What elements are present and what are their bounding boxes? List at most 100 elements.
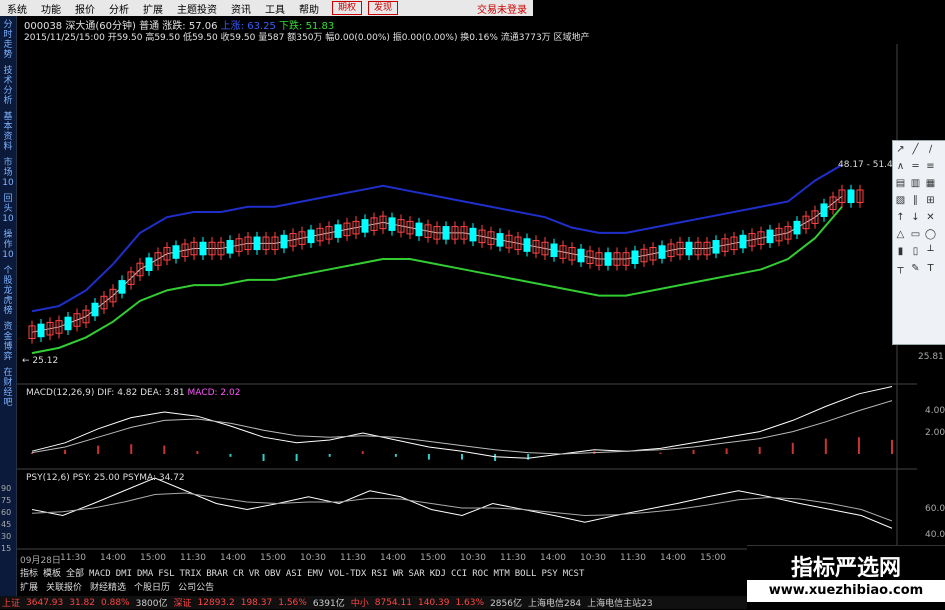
zx-index-name: 中小 <box>350 599 369 609</box>
drawing-tool-icon[interactable]: ◯ <box>924 228 937 241</box>
time-tick-label: 11:30 <box>500 553 526 563</box>
drawing-tool-icon[interactable]: ∕ <box>924 143 937 156</box>
menu-item-quote[interactable]: 报价 <box>68 1 102 16</box>
indicator-tab[interactable]: 模板 <box>43 569 61 579</box>
drawing-tool-icon[interactable]: T <box>924 262 937 275</box>
drawing-tool-icon[interactable]: ✎ <box>909 262 922 275</box>
indicator-tab[interactable]: ASI <box>286 569 302 579</box>
indicator-tab[interactable]: MCST <box>563 569 585 579</box>
indicator-tab[interactable]: MTM <box>494 569 510 579</box>
sz-index-change: 198.37 <box>240 597 273 608</box>
left-tab[interactable]: 市场10 <box>0 158 16 188</box>
drawing-tool-icon[interactable]: ▮ <box>894 245 907 258</box>
sh-index-value: 3647.93 <box>26 597 64 608</box>
time-tick-label: 15:00 <box>260 553 286 563</box>
indicator-tab[interactable]: ROC <box>472 569 488 579</box>
menu-item-tools[interactable]: 工具 <box>258 1 292 16</box>
menu-item-help[interactable]: 帮助 <box>292 1 326 16</box>
indicator-tab[interactable]: FSL <box>158 569 174 579</box>
candle-body <box>739 234 747 249</box>
indicator-tab[interactable]: CCI <box>451 569 467 579</box>
drawing-tool-icon[interactable]: ▦ <box>924 177 937 190</box>
sub-tab[interactable]: 扩展 <box>20 583 38 593</box>
indicator-tab[interactable]: BRAR <box>206 569 228 579</box>
left-tab[interactable]: 在财经吧 <box>0 368 16 408</box>
indicator-tab[interactable]: TRIX <box>180 569 202 579</box>
server-2[interactable]: 上海电信主站23 <box>587 596 652 609</box>
menu-item-function[interactable]: 功能 <box>34 1 68 16</box>
candle-body <box>631 250 639 265</box>
drawing-tool-icon[interactable]: ∥ <box>909 194 922 207</box>
left-tab[interactable]: 回头10 <box>0 194 16 224</box>
sh-index-name: 上证 <box>2 599 21 609</box>
indicator-tab[interactable]: VOL-TDX <box>328 569 366 579</box>
drawing-tool-icon[interactable]: ▥ <box>909 177 922 190</box>
indicator-tab[interactable]: BOLL <box>515 569 537 579</box>
drawing-tool-icon[interactable]: ┬ <box>894 262 907 275</box>
zx-index-pct: 1.63% <box>455 597 485 608</box>
trade-login-status[interactable]: 交易未登录 <box>477 1 533 16</box>
time-tick-label: 10:30 <box>580 553 606 563</box>
menu-item-news[interactable]: 资讯 <box>224 1 258 16</box>
indicator-tab[interactable]: OBV <box>265 569 281 579</box>
psy-left-tick: 90 <box>1 484 12 493</box>
indicator-tab[interactable]: PSY <box>541 569 557 579</box>
drawing-tool-icon[interactable]: ╱ <box>909 143 922 156</box>
candle-body <box>334 224 342 238</box>
drawing-tool-icon[interactable]: △ <box>894 228 907 241</box>
indicator-tab[interactable]: RSI <box>371 569 387 579</box>
drawing-tool-icon[interactable]: ▭ <box>909 228 922 241</box>
watermark-title: 指标严选网 <box>790 556 901 581</box>
indicator-tab[interactable]: VR <box>249 569 260 579</box>
options-button[interactable]: 期权 <box>332 1 363 15</box>
left-tab[interactable]: 分时走势 <box>0 20 16 60</box>
candle-body <box>226 240 234 254</box>
sh-index-amount: 3800亿 <box>135 599 168 609</box>
drawing-tool-icon[interactable]: ▤ <box>894 177 907 190</box>
time-tick-label: 15:00 <box>700 553 726 563</box>
sub-tab[interactable]: 关联报价 <box>46 583 82 593</box>
drawing-tool-icon[interactable]: ┴ <box>924 245 937 258</box>
candle-body <box>118 280 126 294</box>
drawing-tool-icon[interactable]: ↑ <box>894 211 907 224</box>
left-tab[interactable]: 个股龙虎榜 <box>0 266 16 316</box>
candle-body <box>37 323 45 338</box>
indicator-tab[interactable]: EMV <box>307 569 323 579</box>
indicator-tab[interactable]: 全部 <box>66 569 84 579</box>
indicator-tab[interactable]: WR <box>393 569 404 579</box>
indicator-tab[interactable]: DMA <box>137 569 153 579</box>
drawing-tool-icon[interactable]: ∧ <box>894 160 907 173</box>
drawing-tool-icon[interactable]: ⊞ <box>924 194 937 207</box>
sub-tab[interactable]: 财经精选 <box>90 583 126 593</box>
left-tab[interactable]: 操作10 <box>0 230 16 260</box>
drawing-tool-icon[interactable]: ↗ <box>894 143 907 156</box>
zx-index-change: 140.39 <box>417 597 450 608</box>
indicator-tab[interactable]: MACD <box>89 569 111 579</box>
drawing-tool-icon[interactable]: ≡ <box>924 160 937 173</box>
menu-item-extend[interactable]: 扩展 <box>136 1 170 16</box>
drawing-tool-icon[interactable]: ▧ <box>894 194 907 207</box>
server-1[interactable]: 上海电信284 <box>528 596 581 609</box>
sub-tab[interactable]: 个股日历 <box>134 583 170 593</box>
drawing-tool-icon[interactable]: ✕ <box>924 211 937 224</box>
time-tick-label: 14:00 <box>660 553 686 563</box>
drawing-tool-icon[interactable]: ↓ <box>909 211 922 224</box>
left-tab[interactable]: 技术分析 <box>0 66 16 106</box>
candle-body <box>496 233 504 247</box>
sub-tab[interactable]: 公司公告 <box>178 583 214 593</box>
drawing-tool-icon[interactable]: ═ <box>909 160 922 173</box>
indicator-tab[interactable]: DMI <box>116 569 132 579</box>
candle-body <box>469 227 477 242</box>
left-tab[interactable]: 基本资料 <box>0 112 16 152</box>
left-tab[interactable]: 资金博弈 <box>0 322 16 362</box>
indicator-tab[interactable]: 指标 <box>20 569 38 579</box>
time-tick-label: 14:00 <box>220 553 246 563</box>
menu-item-theme-invest[interactable]: 主题投资 <box>170 1 224 16</box>
indicator-tab[interactable]: SAR <box>408 569 424 579</box>
menu-item-analysis[interactable]: 分析 <box>102 1 136 16</box>
indicator-tab[interactable]: KDJ <box>430 569 446 579</box>
indicator-tab[interactable]: CR <box>233 569 244 579</box>
menu-item-system[interactable]: 系统 <box>0 1 34 16</box>
drawing-tool-icon[interactable]: ▯ <box>909 245 922 258</box>
discover-button[interactable]: 发现 <box>368 1 399 15</box>
